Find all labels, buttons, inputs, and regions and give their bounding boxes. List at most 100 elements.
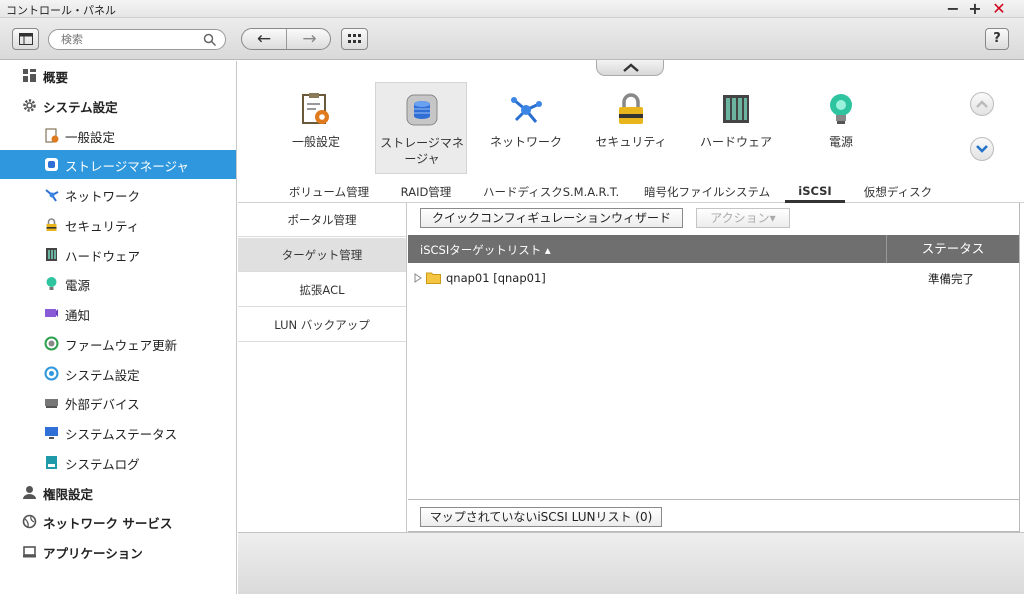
- log-icon: [46, 456, 57, 469]
- sidebar-item-6[interactable]: ハードウェア: [0, 240, 236, 269]
- scroll-up-button[interactable]: [970, 92, 994, 116]
- sidebar-item-13[interactable]: システムログ: [0, 448, 236, 477]
- sidebar-item-4[interactable]: ネットワーク: [0, 180, 236, 209]
- app-hardware[interactable]: ハードウェア: [690, 82, 782, 174]
- app-general-settings-label: 一般設定: [291, 135, 340, 149]
- column-status[interactable]: ステータス: [886, 235, 1019, 263]
- menu-target[interactable]: ターゲット管理: [238, 238, 406, 272]
- overview-icon: [23, 69, 36, 82]
- sidebar-item-label: システムログ: [65, 457, 140, 472]
- main-panel: 一般設定 ストレージマネ ージャ ネットワーク セキュリティ ハードウェア 電源…: [238, 60, 1024, 594]
- scroll-down-button[interactable]: [970, 137, 994, 161]
- menu-lun-backup[interactable]: LUN バックアップ: [238, 308, 406, 342]
- firmware-icon: [44, 336, 59, 351]
- user-icon: [23, 486, 36, 499]
- sidebar-item-15[interactable]: ネットワーク サービス: [0, 507, 236, 536]
- app-power-label: 電源: [828, 135, 853, 149]
- sidebar-item-label: 電源: [65, 278, 91, 293]
- tab-iscsi[interactable]: iSCSI: [785, 184, 845, 203]
- general-settings-icon: [302, 93, 329, 124]
- sidebar-item-2[interactable]: 一般設定: [0, 121, 236, 150]
- sidebar-item-label: システム設定: [43, 100, 118, 115]
- sidebar-item-label: ネットワーク サービス: [43, 516, 173, 531]
- sidebar-item-9[interactable]: ファームウェア更新: [0, 329, 236, 358]
- unmapped-lun-area: マップされていないiSCSI LUNリスト (0): [408, 499, 1020, 532]
- tab-encryption[interactable]: 暗号化ファイルシステム: [644, 184, 770, 203]
- hardware-icon: [723, 95, 749, 123]
- expand-arrow-icon[interactable]: [414, 273, 422, 283]
- app-power[interactable]: 電源: [795, 82, 887, 174]
- footer-bar: [238, 532, 1024, 594]
- unmapped-lun-button[interactable]: マップされていないiSCSI LUNリスト (0): [420, 507, 662, 527]
- app-storage-manager-label: ストレージマネ ージャ: [376, 135, 468, 167]
- sidebar-item-3[interactable]: ストレージマネージャ: [0, 150, 236, 179]
- sidebar-item-10[interactable]: システム設定: [0, 359, 236, 388]
- sidebar-item-label: アプリケーション: [43, 546, 143, 561]
- app-network[interactable]: ネットワーク: [480, 82, 572, 174]
- apps-grid-button[interactable]: [341, 28, 368, 50]
- quick-config-button[interactable]: クイックコンフィギュレーションウィザード: [420, 208, 683, 228]
- sidebar-item-5[interactable]: セキュリティ: [0, 210, 236, 239]
- notification-icon: [45, 309, 58, 317]
- general-settings-icon: [45, 128, 59, 143]
- chevron-up-icon: [623, 63, 639, 72]
- network-icon: [45, 189, 59, 202]
- window-titlebar: コントロール・パネル − + ✕: [0, 0, 1024, 18]
- action-button[interactable]: アクション▾: [696, 208, 790, 228]
- target-content: クイックコンフィギュレーションウィザード アクション▾ iSCSIターゲットリス…: [408, 203, 1020, 532]
- monitor-icon: [45, 427, 58, 439]
- maximize-button[interactable]: +: [966, 0, 984, 18]
- sidebar-item-0[interactable]: 概要: [0, 61, 236, 90]
- sidebar-item-1[interactable]: システム設定: [0, 91, 236, 120]
- tab-raid[interactable]: RAID管理: [400, 184, 452, 203]
- sidebar-item-label: セキュリティ: [65, 219, 140, 234]
- app-hardware-label: ハードウェア: [699, 135, 772, 149]
- folder-icon: [426, 272, 441, 284]
- app-storage-manager[interactable]: ストレージマネ ージャ: [375, 82, 467, 174]
- sidebar: 概要 システム設定 一般設定 ストレージマネージャ ネットワーク セキュリティ ハードウェア…: [0, 61, 237, 594]
- table-row[interactable]: qnap01 [qnap01] 準備完了: [408, 263, 1019, 293]
- tab-smart[interactable]: ハードディスクS.M.A.R.T.: [483, 184, 619, 203]
- sidebar-item-label: 概要: [43, 70, 69, 85]
- toolbar: ← → ?: [0, 18, 1024, 60]
- menu-portal[interactable]: ポータル管理: [238, 203, 406, 237]
- collapse-toggle[interactable]: [596, 60, 664, 76]
- history-nav: ← →: [241, 28, 331, 50]
- sidebar-toggle-button[interactable]: [12, 28, 39, 50]
- network-icon: [511, 97, 542, 123]
- menu-acl[interactable]: 拡張ACL: [238, 273, 406, 307]
- sidebar-item-label: ネットワーク: [65, 189, 141, 204]
- sidebar-item-11[interactable]: 外部デバイス: [0, 388, 236, 417]
- tab-virtual-disk[interactable]: 仮想ディスク: [863, 184, 933, 203]
- sidebar-item-label: システム設定: [65, 368, 140, 383]
- sidebar-item-14[interactable]: 権限設定: [0, 478, 236, 507]
- app-security[interactable]: セキュリティ: [585, 82, 677, 174]
- sidebar-item-label: ハードウェア: [65, 249, 141, 264]
- minimize-button[interactable]: −: [944, 0, 962, 18]
- power-bulb-icon: [830, 94, 852, 124]
- storage-icon: [45, 158, 58, 171]
- sidebar-item-16[interactable]: アプリケーション: [0, 537, 236, 566]
- help-button[interactable]: ?: [985, 28, 1009, 50]
- grid-icon: [348, 34, 361, 43]
- sidebar-item-12[interactable]: システムステータス: [0, 418, 236, 447]
- column-target-list[interactable]: iSCSIターゲットリスト ▴: [420, 242, 551, 258]
- back-button[interactable]: ←: [242, 29, 287, 49]
- sidebar-item-label: ストレージマネージャ: [65, 159, 189, 174]
- power-bulb-icon: [46, 277, 57, 290]
- iscsi-menu: ポータル管理 ターゲット管理 拡張ACL LUN バックアップ: [238, 203, 407, 532]
- search-input[interactable]: [61, 32, 201, 47]
- sidebar-item-7[interactable]: 電源: [0, 269, 236, 298]
- target-status: 準備完了: [928, 272, 974, 286]
- sidebar-item-8[interactable]: 通知: [0, 299, 236, 328]
- target-grid-header: iSCSIターゲットリスト ▴ ステータス: [408, 235, 1019, 263]
- app-general-settings[interactable]: 一般設定: [270, 82, 362, 174]
- window-title: コントロール・パネル: [6, 4, 116, 17]
- app-security-label: セキュリティ: [595, 135, 667, 149]
- layout-icon: [19, 33, 33, 45]
- tab-volume[interactable]: ボリューム管理: [288, 184, 370, 203]
- close-button[interactable]: ✕: [990, 0, 1008, 18]
- search-icon[interactable]: [203, 33, 217, 47]
- forward-button[interactable]: →: [287, 29, 330, 49]
- lock-icon: [46, 218, 57, 231]
